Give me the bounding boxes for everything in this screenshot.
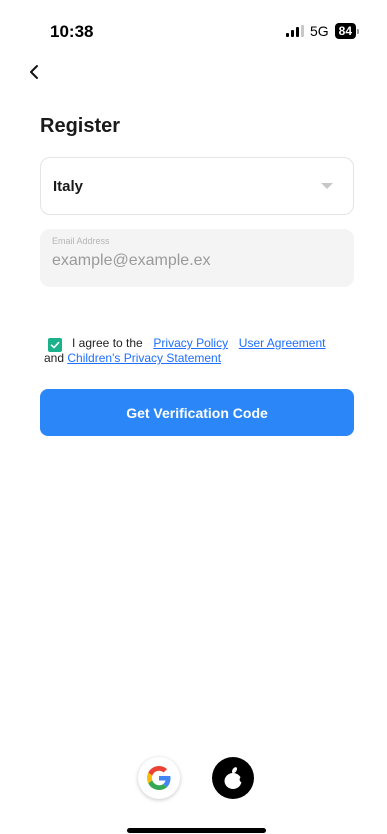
email-field[interactable]: Email Address — [40, 229, 354, 287]
status-bar: 10:38 5G 84 — [0, 0, 387, 60]
country-select[interactable]: Italy — [40, 157, 354, 215]
google-login-button[interactable] — [138, 757, 180, 799]
agree-prefix: I agree to the — [72, 336, 143, 350]
status-indicators: 5G 84 — [285, 23, 359, 39]
network-type: 5G — [309, 23, 329, 39]
email-input[interactable] — [52, 252, 342, 270]
get-verification-code-button[interactable]: Get Verification Code — [40, 389, 354, 436]
childrens-privacy-link[interactable]: Children's Privacy Statement — [67, 351, 221, 365]
agree-conjunction: and — [44, 351, 65, 365]
country-value: Italy — [53, 177, 84, 195]
privacy-policy-link[interactable]: Privacy Policy — [153, 336, 228, 350]
dropdown-arrow-icon — [321, 183, 333, 189]
back-button[interactable] — [22, 58, 46, 86]
agreement-block: I agree to the Privacy Policy User Agree… — [44, 336, 358, 366]
signal-icon — [285, 25, 304, 37]
chevron-left-icon — [30, 65, 38, 79]
email-label: Email Address — [52, 236, 110, 246]
apple-icon — [224, 767, 244, 789]
battery-level: 84 — [334, 23, 356, 39]
home-indicator — [127, 828, 266, 833]
page-title: Register — [40, 115, 121, 137]
agree-checkbox[interactable] — [48, 338, 62, 352]
user-agreement-link[interactable]: User Agreement — [239, 336, 326, 350]
google-icon — [147, 766, 171, 790]
status-time: 10:38 — [50, 22, 94, 41]
checkmark-icon — [50, 341, 60, 349]
apple-login-button[interactable] — [212, 757, 254, 799]
battery-icon: 84 — [334, 23, 359, 39]
